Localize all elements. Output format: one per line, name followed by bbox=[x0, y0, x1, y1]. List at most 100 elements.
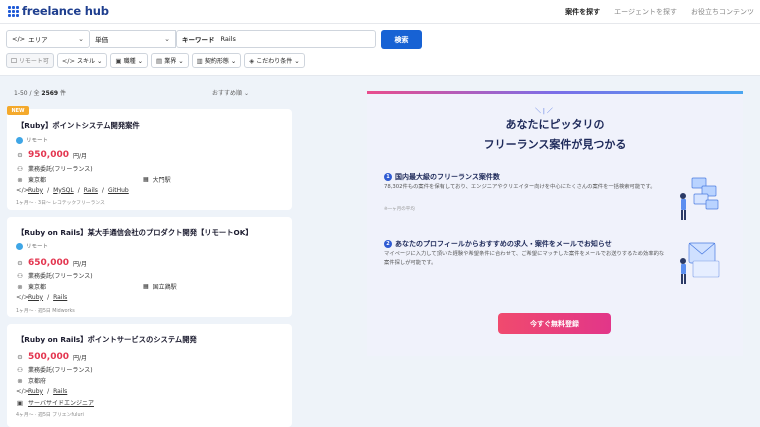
price-select[interactable]: 単価 ⌄ bbox=[90, 30, 176, 48]
job-title[interactable]: 【Ruby on Rails】某大手通信会社のプロダクト開発【リモートOK】 bbox=[17, 228, 253, 238]
chip-preferences[interactable]: ◈ こだわり条件 ⌄ bbox=[244, 53, 305, 68]
skill-link[interactable]: Rails bbox=[53, 294, 67, 301]
contract: 業務委託(フリーランス) bbox=[28, 367, 93, 374]
remote-icon bbox=[16, 242, 23, 250]
new-badge: NEW bbox=[7, 106, 29, 115]
skill-link[interactable]: Ruby bbox=[28, 388, 43, 395]
station-row: ▦ 国立鶏駅 bbox=[143, 282, 177, 291]
headline-post: の bbox=[593, 118, 605, 131]
contract: 業務委託(フリーランス) bbox=[28, 166, 93, 173]
station: 国立鶏駅 bbox=[152, 284, 177, 291]
price: 500,000 bbox=[28, 352, 69, 362]
remote-label: リモート bbox=[26, 138, 49, 144]
document-icon: ▥ bbox=[196, 56, 203, 65]
chip-industry[interactable]: ▤ 業界 ⌄ bbox=[151, 53, 189, 68]
station: 大門駅 bbox=[152, 177, 171, 184]
count-prefix: 1-50 / 全 bbox=[14, 90, 40, 97]
nav-content[interactable]: お役立ちコンテンツ bbox=[691, 7, 754, 17]
chip-contract[interactable]: ▥ 契約形態 ⌄ bbox=[191, 53, 242, 68]
price-unit: 円/月 bbox=[73, 260, 88, 268]
station-row: ▦ 大門駅 bbox=[143, 175, 171, 184]
feature-1-note: ※一ヶ月の平均 bbox=[384, 207, 415, 212]
code-icon: </> bbox=[16, 293, 30, 301]
yen-icon: ⊙ bbox=[17, 259, 23, 267]
job-card[interactable]: NEW 【Ruby】ポイントシステム開発案件 リモート ⊙ 950,000 円/… bbox=[7, 106, 292, 210]
location: 東京都 bbox=[28, 177, 47, 184]
chevron-down-icon: ⌄ bbox=[230, 56, 237, 65]
code-icon: </> bbox=[61, 56, 75, 65]
count-total: 2569 bbox=[41, 90, 59, 97]
remote-tag: リモート bbox=[16, 242, 48, 250]
code-icon: </> bbox=[16, 387, 30, 395]
chip-label: こだわり条件 bbox=[256, 58, 293, 65]
feature-2-title: 2 あなたのプロフィールからおすすめの求人・案件をメールでお知らせ bbox=[384, 239, 612, 249]
person-icon: ⚇ bbox=[17, 271, 23, 280]
location-pin-icon: ⊚ bbox=[17, 376, 23, 385]
yen-icon: ⊙ bbox=[17, 151, 23, 159]
chip-role[interactable]: ▣ 職種 ⌄ bbox=[110, 53, 149, 68]
contract: 業務委託(フリーランス) bbox=[28, 273, 93, 280]
role-row: ▣ サーバサイドエンジニア bbox=[16, 398, 94, 408]
skill-link[interactable]: Ruby bbox=[28, 294, 43, 301]
feature-title-text: あなたのプロフィールからおすすめの求人・案件をメールでお知らせ bbox=[395, 240, 612, 248]
feature-1-title: 1 国内最大級のフリーランス案件数 bbox=[384, 172, 500, 182]
header-nav: 案件を探す エージェントを探す お役立ちコンテンツ bbox=[565, 7, 754, 17]
search-bar: </> エリア ⌄ 単価 ⌄ キーワード Rails 検索 ☐ リモート可 </… bbox=[0, 24, 760, 76]
chevron-down-icon: ⌄ bbox=[96, 56, 103, 65]
sort-select[interactable]: おすすめ順 ⌄ bbox=[212, 88, 249, 97]
location-pin-icon: ⊚ bbox=[17, 282, 23, 291]
logo[interactable]: freelance hub bbox=[8, 4, 109, 18]
contract-row: ⚇ 業務委託(フリーランス) bbox=[16, 271, 93, 281]
email-notification-illustration bbox=[680, 242, 720, 284]
location-row: ⊚ 京都府 bbox=[16, 376, 47, 386]
feature-title-text: 国内最大級のフリーランス案件数 bbox=[395, 173, 500, 181]
headline-pre: あなたに bbox=[505, 118, 550, 131]
skill-link[interactable]: Ruby bbox=[28, 187, 43, 194]
result-count: 1-50 / 全 2569 件 bbox=[14, 88, 66, 97]
location-pin-icon: ⊚ bbox=[17, 175, 23, 184]
chevron-down-icon: ⌄ bbox=[164, 35, 170, 43]
price-label: 単価 bbox=[95, 36, 108, 44]
chip-label: 職種 bbox=[123, 58, 136, 65]
chip-label: スキル bbox=[76, 58, 95, 65]
skill-link[interactable]: Rails bbox=[84, 187, 98, 194]
search-button[interactable]: 検索 bbox=[381, 30, 422, 49]
sort-label: おすすめ順 bbox=[212, 90, 243, 97]
number-badge: 2 bbox=[384, 240, 392, 248]
nav-find-jobs[interactable]: 案件を探す bbox=[565, 7, 600, 17]
job-meta: 1ヶ月〜 · 3日〜 レコテックフリーランス bbox=[16, 201, 105, 206]
briefcase-icon: ▣ bbox=[16, 398, 24, 407]
skills-row: </> Ruby / Rails bbox=[16, 387, 68, 395]
role-link[interactable]: サーバサイドエンジニア bbox=[28, 398, 94, 407]
job-card[interactable]: 【Ruby on Rails】ポイントサービスのシステム開発 ⊙ 500,000… bbox=[7, 324, 292, 427]
skill-link[interactable]: MySQL bbox=[53, 187, 74, 194]
person-icon: ⚇ bbox=[17, 365, 23, 374]
skills-row: </> Ruby / MySQL / Rails / GitHub bbox=[16, 186, 129, 194]
contract-row: ⚇ 業務委託(フリーランス) bbox=[16, 365, 93, 375]
area-label: エリア bbox=[28, 36, 48, 44]
nav-find-agents[interactable]: エージェントを探す bbox=[614, 7, 677, 17]
keyword-value: Rails bbox=[220, 35, 236, 43]
area-select[interactable]: </> エリア ⌄ bbox=[6, 30, 90, 48]
chip-skill[interactable]: </> スキル ⌄ bbox=[56, 53, 108, 68]
keyword-input[interactable]: キーワード Rails bbox=[176, 30, 376, 48]
price: 650,000 bbox=[28, 258, 69, 268]
keyword-label: キーワード bbox=[182, 36, 215, 44]
filter-chips: ☐ リモート可 </> スキル ⌄ ▣ 職種 ⌄ ▤ 業界 ⌄ ▥ 契約形態 ⌄… bbox=[6, 53, 305, 68]
skill-link[interactable]: GitHub bbox=[108, 187, 129, 194]
contract-row: ⚇ 業務委託(フリーランス) bbox=[16, 164, 93, 174]
skill-link[interactable]: Rails bbox=[53, 388, 67, 395]
skills-row: </> Ruby / Rails bbox=[16, 293, 68, 301]
chip-remote[interactable]: ☐ リモート可 bbox=[6, 53, 54, 68]
job-title[interactable]: 【Ruby】ポイントシステム開発案件 bbox=[17, 121, 140, 131]
job-title[interactable]: 【Ruby on Rails】ポイントサービスのシステム開発 bbox=[17, 335, 197, 345]
free-signup-button[interactable]: 今すぐ無料登録 bbox=[498, 313, 611, 334]
chip-label: 契約形態 bbox=[204, 58, 229, 65]
location: 京都府 bbox=[28, 378, 47, 385]
checkbox-icon: ☐ bbox=[11, 56, 17, 65]
job-meta: 4ヶ月〜 · 週5日 ブリエンfuluri bbox=[16, 413, 84, 418]
job-card[interactable]: 【Ruby on Rails】某大手通信会社のプロダクト開発【リモートOK】 リ… bbox=[7, 217, 292, 317]
code-icon: </> bbox=[16, 186, 30, 194]
chip-label: 業界 bbox=[164, 58, 177, 65]
person-icon: ⚇ bbox=[17, 164, 23, 173]
